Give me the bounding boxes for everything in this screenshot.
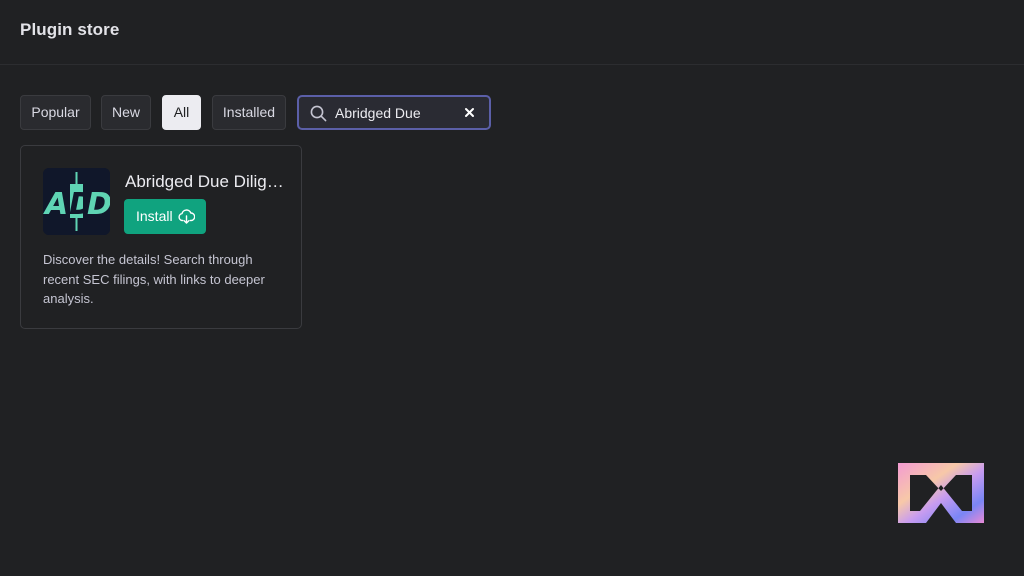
tab-all[interactable]: All xyxy=(162,95,201,130)
plugin-logo: A D D xyxy=(43,168,110,235)
brand-logo-icon xyxy=(898,463,984,523)
cloud-download-icon xyxy=(178,209,195,224)
svg-text:D: D xyxy=(87,187,110,222)
tab-popular[interactable]: Popular xyxy=(20,95,91,130)
tab-new[interactable]: New xyxy=(101,95,151,130)
plugin-name: Abridged Due Dilig… xyxy=(125,172,284,191)
svg-text:A: A xyxy=(43,187,68,222)
search-input[interactable] xyxy=(335,97,455,128)
plugin-card: A D D Abridged Due Dilig… Install Discov… xyxy=(20,145,302,329)
page-title: Plugin store xyxy=(20,20,120,39)
header: Plugin store xyxy=(0,0,1024,65)
install-label: Install xyxy=(136,208,173,224)
install-button[interactable]: Install xyxy=(124,199,206,234)
plugin-description: Discover the details! Search through rec… xyxy=(43,252,265,306)
search-box[interactable] xyxy=(297,95,491,130)
tab-installed[interactable]: Installed xyxy=(212,95,286,130)
close-icon[interactable] xyxy=(462,105,477,120)
search-icon xyxy=(310,105,327,122)
candlestick-logo-icon: A D D xyxy=(43,168,110,235)
